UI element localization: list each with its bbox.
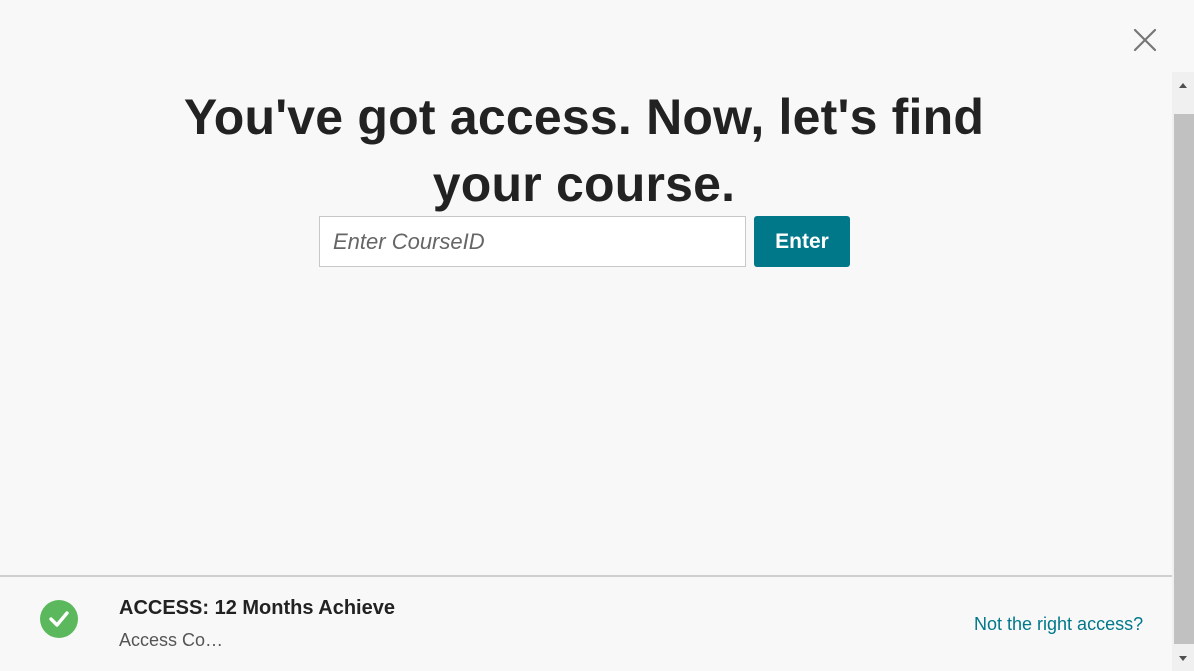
triangle-down-icon xyxy=(1179,656,1187,661)
access-subtitle: Access Co… xyxy=(119,630,224,650)
course-id-input[interactable] xyxy=(319,216,746,267)
status-badge xyxy=(40,600,78,638)
close-button[interactable] xyxy=(1130,26,1160,56)
access-footer: ACCESS: 12 Months Achieve Access Co… Not… xyxy=(0,575,1172,671)
check-circle-icon xyxy=(49,611,69,627)
access-confirmation-page: You've got access. Now, let's find your … xyxy=(0,0,1194,671)
scroll-thumb[interactable] xyxy=(1174,114,1194,644)
triangle-up-icon xyxy=(1179,83,1187,88)
not-right-access-link[interactable]: Not the right access? xyxy=(974,614,1143,635)
scroll-down-arrow[interactable] xyxy=(1172,648,1194,670)
page-title: You've got access. Now, let's find your … xyxy=(183,89,985,212)
enter-button[interactable]: Enter xyxy=(754,216,850,267)
access-title: ACCESS: 12 Months Achieve xyxy=(119,597,395,619)
close-icon xyxy=(1133,28,1157,52)
scroll-up-arrow[interactable] xyxy=(1172,74,1194,96)
vertical-scrollbar[interactable] xyxy=(1172,72,1194,671)
main-content: You've got access. Now, let's find your … xyxy=(0,0,1172,576)
